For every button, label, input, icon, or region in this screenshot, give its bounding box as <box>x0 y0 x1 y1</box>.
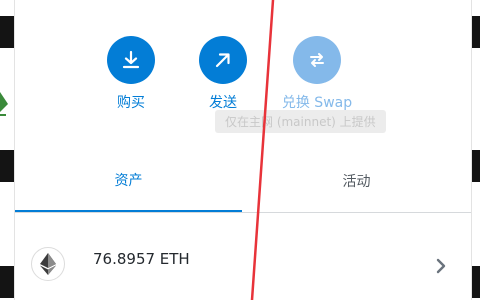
swap-arrows-icon <box>310 53 324 67</box>
send-label: 发送 <box>209 95 237 111</box>
tab-bar: 资产 活动 <box>15 150 471 213</box>
buy-label: 购买 <box>117 95 145 111</box>
asset-amount: 76.8957 ETH <box>93 250 190 268</box>
background-stripe <box>0 16 14 48</box>
action-bar: 购买 发送 兑换 Swap <box>15 36 471 116</box>
tab-activity[interactable]: 活动 <box>243 150 470 212</box>
arrow-up-right-icon <box>215 53 230 68</box>
swap-label: 兑换 Swap <box>281 95 353 111</box>
tab-assets[interactable]: 资产 <box>15 150 242 212</box>
background-stripe <box>0 150 14 182</box>
background-leaf-logo <box>0 92 8 116</box>
swap-unavailable-tooltip: 仅在主网 (mainnet) 上提供 <box>215 110 386 133</box>
swap-button-circle[interactable] <box>293 36 341 84</box>
send-button[interactable]: 发送 <box>183 36 263 112</box>
swap-button[interactable]: 兑换 Swap <box>277 36 357 112</box>
buy-button-circle[interactable] <box>107 36 155 84</box>
background-stripe <box>0 266 14 298</box>
buy-button[interactable]: 购买 <box>91 36 171 112</box>
asset-row-eth[interactable]: 76.8957 ETH <box>15 214 471 300</box>
ethereum-icon <box>31 247 65 281</box>
download-icon <box>122 50 140 69</box>
send-button-circle[interactable] <box>199 36 247 84</box>
chevron-right-icon[interactable] <box>435 258 447 274</box>
wallet-panel: 购买 发送 兑换 Swap 仅在主网 (mainnet) 上提供 资产 活动 7… <box>14 0 472 300</box>
background-page-left <box>0 0 14 300</box>
